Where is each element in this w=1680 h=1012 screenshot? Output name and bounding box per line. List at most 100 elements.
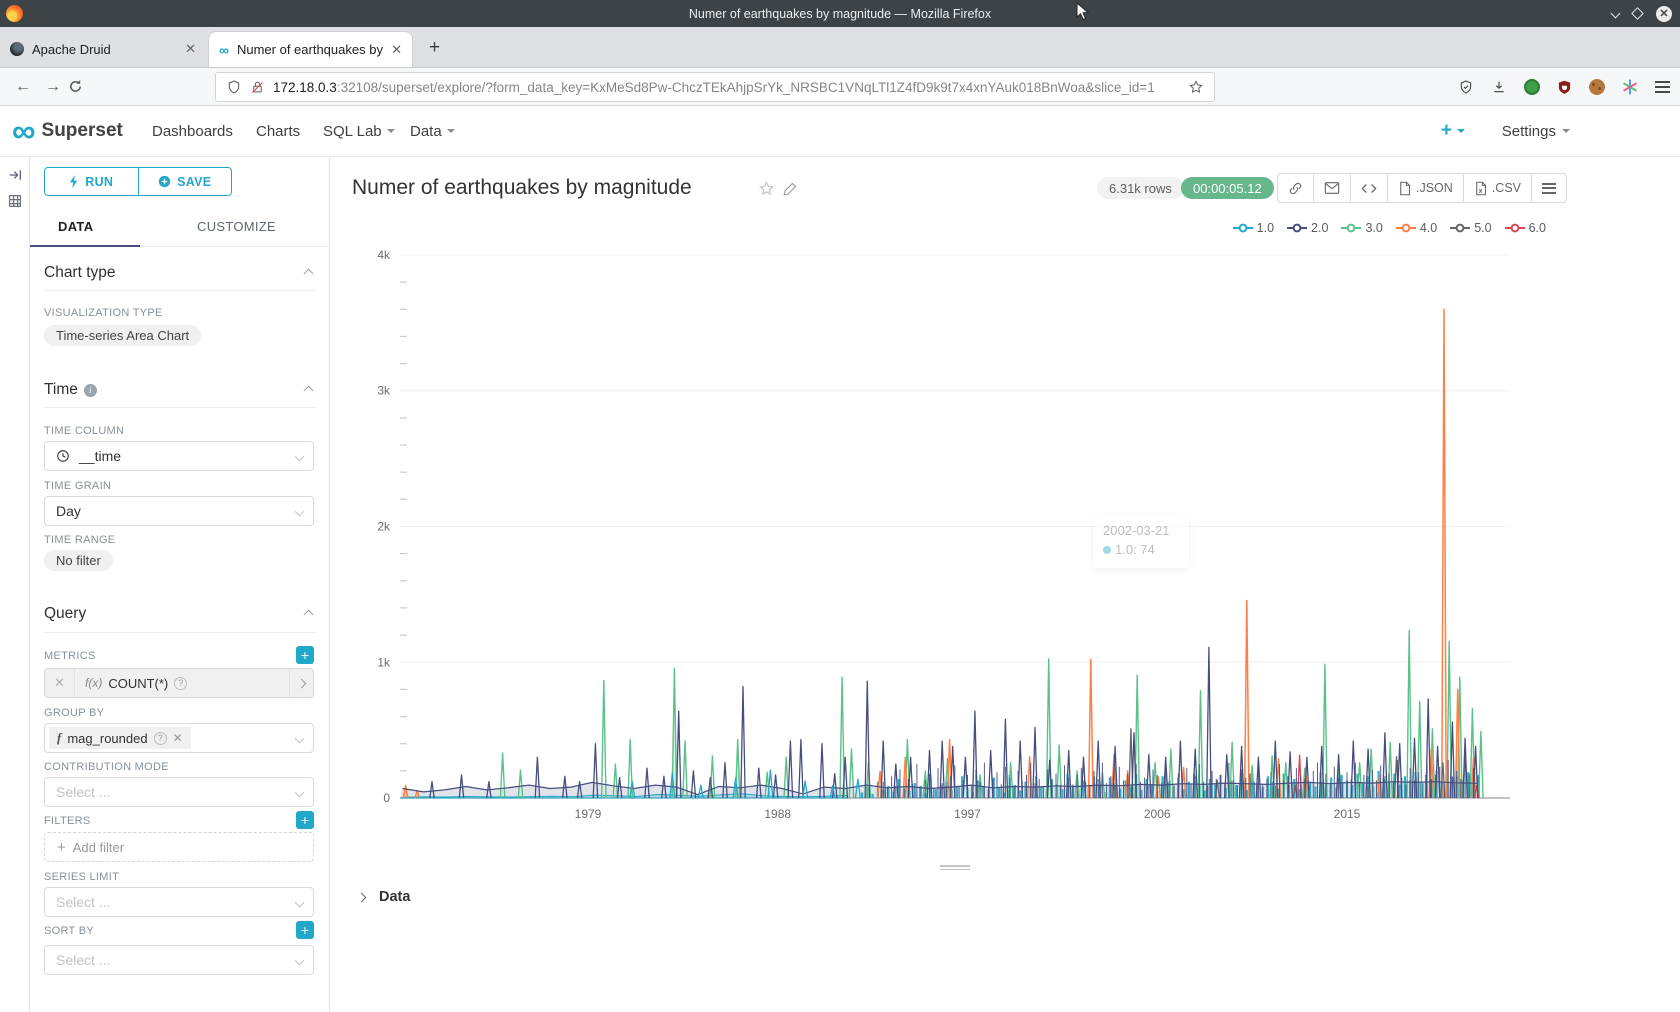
export-json-button[interactable]: .JSON xyxy=(1387,174,1463,202)
window-maximize-icon[interactable] xyxy=(1631,7,1644,20)
group-by-select[interactable]: f mag_rounded ? ✕ xyxy=(44,723,314,753)
nav-data[interactable]: Data xyxy=(410,123,455,140)
url-bar[interactable]: 172.18.0.3:32108/superset/explore/?form_… xyxy=(215,72,1215,102)
extension-asterisk-icon[interactable] xyxy=(1622,79,1638,95)
tab-apache-druid[interactable]: Apache Druid ✕ xyxy=(0,31,206,67)
data-section-header[interactable]: Data xyxy=(330,879,1680,915)
time-range-pill[interactable]: No filter xyxy=(44,550,113,571)
tracking-protection-icon[interactable] xyxy=(1458,79,1474,95)
new-tab-button[interactable]: + xyxy=(429,37,440,59)
section-query[interactable]: Query xyxy=(44,596,330,632)
menu-hamburger-icon[interactable] xyxy=(1655,78,1670,96)
forward-icon[interactable]: → xyxy=(38,78,68,96)
run-button[interactable]: RUN xyxy=(45,168,139,195)
filters-label: FILTERS xyxy=(44,815,91,827)
contribution-mode-select[interactable]: Select ... xyxy=(44,777,314,807)
tooltip-date: 2002-03-21 xyxy=(1103,523,1179,538)
expand-panel-icon[interactable] xyxy=(7,167,29,183)
lightning-icon xyxy=(69,175,79,188)
contribution-mode-label: CONTRIBUTION MODE xyxy=(44,761,169,773)
chevron-down-icon xyxy=(1562,129,1570,133)
series-limit-select[interactable]: Select ... xyxy=(44,887,314,917)
save-button[interactable]: SAVE xyxy=(139,168,232,195)
tab-close-icon[interactable]: ✕ xyxy=(391,42,402,58)
active-tab-underline xyxy=(30,245,140,247)
more-options-icon[interactable] xyxy=(1531,174,1566,202)
browser-tabstrip: Apache Druid ✕ ∞ Numer of earthquakes by… xyxy=(0,27,1680,68)
window-close-icon[interactable]: ✕ xyxy=(1656,6,1672,22)
reload-icon[interactable] xyxy=(68,79,98,94)
expand-metric-icon[interactable] xyxy=(289,669,313,697)
group-by-pill[interactable]: f mag_rounded ? ✕ xyxy=(49,727,191,749)
resize-handle[interactable] xyxy=(940,865,970,873)
chevron-down-icon xyxy=(387,129,395,133)
window-title: Numer of earthquakes by magnitude — Mozi… xyxy=(0,7,1680,21)
tab-customize[interactable]: CUSTOMIZE xyxy=(197,219,276,234)
remove-column-icon[interactable]: ✕ xyxy=(173,731,183,745)
edit-title-icon[interactable] xyxy=(783,181,798,196)
series-1.0-bar xyxy=(1040,787,1042,799)
viz-type-label: VISUALIZATION TYPE xyxy=(44,307,163,319)
dataset-grid-icon[interactable] xyxy=(7,193,29,209)
help-icon: ? xyxy=(154,732,167,745)
window-minimize-icon[interactable] xyxy=(1611,9,1621,19)
url-text: 172.18.0.3:32108/superset/explore/?form_… xyxy=(273,80,1188,95)
insecure-lock-icon[interactable] xyxy=(250,80,265,95)
link-icon xyxy=(1288,181,1303,196)
nav-dashboards[interactable]: Dashboards xyxy=(152,123,233,140)
ublock-icon[interactable] xyxy=(1557,79,1572,95)
page-title: Numer of earthquakes by magnitude xyxy=(352,176,692,200)
tab-data[interactable]: DATA xyxy=(58,219,93,234)
superset-logo[interactable]: ∞ xyxy=(12,121,36,141)
time-column-label: TIME COLUMN xyxy=(44,425,124,437)
section-time[interactable]: Timei xyxy=(44,372,330,408)
x-axis-label: 2015 xyxy=(1334,807,1361,821)
new-item-button[interactable]: + xyxy=(1441,120,1465,142)
viz-type-pill[interactable]: Time-series Area Chart xyxy=(44,325,201,346)
superset-navbar: ∞ Superset Dashboards Charts SQL Lab Dat… xyxy=(0,106,1680,157)
nav-charts[interactable]: Charts xyxy=(256,123,300,140)
extension-green-icon[interactable] xyxy=(1524,79,1540,95)
metric-pill[interactable]: ✕ f(x)COUNT(*)? xyxy=(44,668,314,698)
chevron-down-icon xyxy=(295,451,305,461)
window-titlebar: Numer of earthquakes by magnitude — Mozi… xyxy=(0,0,1680,27)
cookie-icon[interactable] xyxy=(1589,79,1605,95)
x-axis-label: 2006 xyxy=(1144,807,1171,821)
tab-close-icon[interactable]: ✕ xyxy=(185,41,196,57)
file-icon xyxy=(1398,181,1411,196)
data-section-label: Data xyxy=(379,889,410,905)
add-filter-button[interactable]: + xyxy=(296,811,314,829)
embed-code-button[interactable] xyxy=(1350,174,1387,202)
shield-permissions-icon[interactable] xyxy=(226,79,242,95)
time-column-select[interactable]: __time xyxy=(44,441,314,471)
brand-name[interactable]: Superset xyxy=(42,120,123,142)
x-axis-label: 1997 xyxy=(954,807,981,821)
x-axis-label: 1988 xyxy=(764,807,791,821)
divider xyxy=(44,632,316,633)
downloads-icon[interactable] xyxy=(1491,79,1507,95)
favorite-star-icon[interactable] xyxy=(758,180,775,197)
time-grain-select[interactable]: Day xyxy=(44,496,314,526)
remove-metric-icon[interactable]: ✕ xyxy=(45,669,75,697)
time-grain-label: TIME GRAIN xyxy=(44,480,111,492)
add-sort-button[interactable]: + xyxy=(296,921,314,939)
tab-superset-chart[interactable]: ∞ Numer of earthquakes by ✕ xyxy=(208,31,413,67)
back-icon[interactable]: ← xyxy=(8,78,38,96)
add-metric-button[interactable]: + xyxy=(296,646,314,664)
query-timer-badge: 00:00:05.12 xyxy=(1181,177,1274,199)
y-axis-label: 2k xyxy=(377,520,391,534)
copy-link-button[interactable] xyxy=(1278,174,1313,202)
bookmark-star-icon[interactable] xyxy=(1188,79,1204,95)
chart-canvas[interactable]: 01k2k3k4k19791988199720062015 xyxy=(330,220,1680,866)
section-chart-type[interactable]: Chart type xyxy=(44,255,330,291)
nav-settings[interactable]: Settings xyxy=(1502,123,1570,140)
envelope-icon xyxy=(1324,181,1340,195)
export-csv-button[interactable]: .CSV xyxy=(1463,174,1531,202)
series-1.0-bar xyxy=(872,794,874,798)
sort-by-select[interactable]: Select ... xyxy=(44,945,314,975)
nav-sql-lab[interactable]: SQL Lab xyxy=(323,123,395,140)
add-filter-dropzone[interactable]: + Add filter xyxy=(44,832,314,862)
email-button[interactable] xyxy=(1313,174,1350,202)
browser-toolbar: ← → 172.18.0.3:32108/superset/explore/?f… xyxy=(0,68,1680,106)
series-1.0-bar xyxy=(914,783,916,798)
